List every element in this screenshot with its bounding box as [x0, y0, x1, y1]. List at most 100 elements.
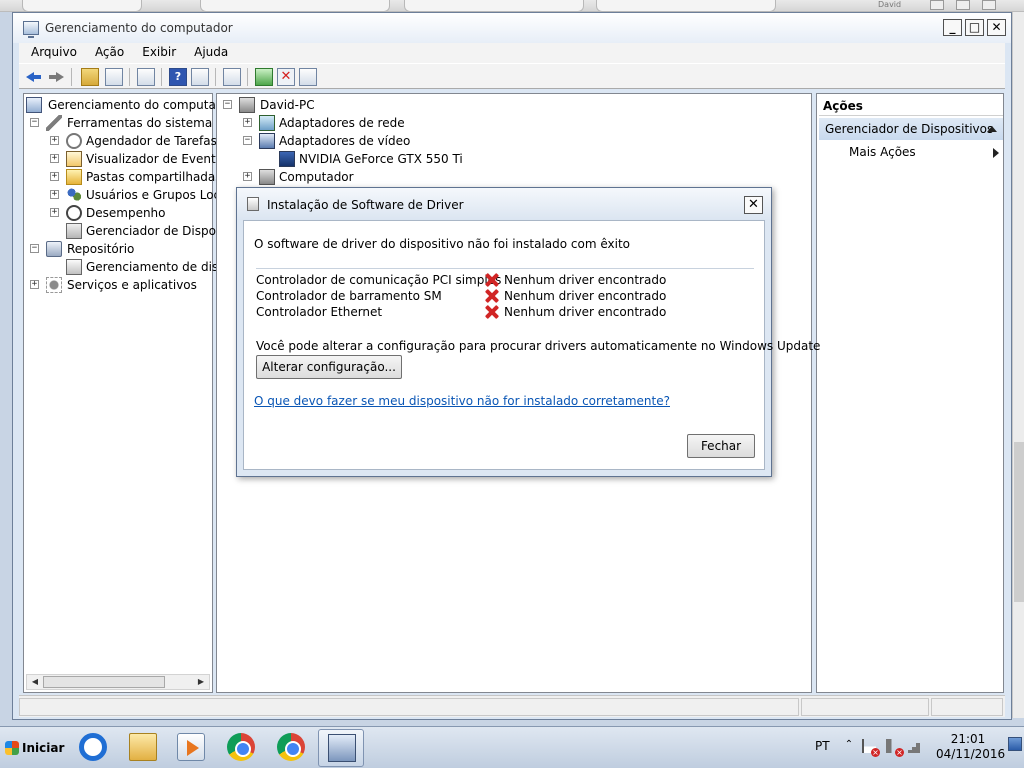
taskbar: Iniciar PT ⌃ 21:01 04/11/2016: [0, 726, 1024, 768]
system-clock[interactable]: 21:01 04/11/2016: [936, 732, 1005, 762]
back-arrow-icon[interactable]: [25, 68, 43, 86]
task-scheduler-icon: [66, 133, 82, 149]
dialog-app-icon: [247, 197, 259, 211]
display-adapter-icon: [259, 133, 275, 149]
toolbar: ? ✕: [19, 63, 1005, 89]
console-tree-pane[interactable]: Gerenciamento do computador − Ferramenta…: [23, 93, 236, 693]
taskbar-media-player[interactable]: [168, 729, 214, 767]
language-indicator[interactable]: PT: [815, 739, 830, 753]
error-x-icon: [484, 304, 500, 320]
menu-ajuda[interactable]: Ajuda: [188, 43, 234, 61]
expand-icon[interactable]: +: [50, 154, 59, 163]
help-icon[interactable]: ?: [169, 68, 187, 86]
device-status: Nenhum driver encontrado: [504, 272, 666, 288]
collapse-icon[interactable]: −: [30, 244, 39, 253]
shared-folders-icon: [66, 169, 82, 185]
disable-device-icon[interactable]: ✕: [277, 68, 295, 86]
close-dialog-button[interactable]: Fechar: [687, 434, 755, 458]
window-titlebar[interactable]: Gerenciamento do computador _ □ ✕: [13, 13, 1011, 43]
expand-icon[interactable]: +: [50, 172, 59, 181]
dialog-titlebar[interactable]: Instalação de Software de Driver ✕: [237, 188, 771, 220]
menu-bar: Arquivo Ação Exibir Ajuda: [19, 43, 1005, 63]
expand-icon[interactable]: +: [243, 172, 252, 181]
error-x-icon: [484, 288, 500, 304]
minimize-button[interactable]: _: [943, 19, 962, 36]
show-hide-action-pane-icon[interactable]: [191, 68, 209, 86]
taskbar-chrome[interactable]: [218, 729, 264, 767]
dialog-close-button[interactable]: ✕: [744, 196, 763, 214]
forward-arrow-icon[interactable]: [47, 68, 65, 86]
event-viewer-icon: [66, 151, 82, 167]
device-status-text: Nenhum driver encontrado: [504, 289, 667, 303]
collapse-caret-icon[interactable]: [987, 126, 997, 132]
menu-exibir[interactable]: Exibir: [136, 43, 182, 61]
properties-icon[interactable]: [137, 68, 155, 86]
uninstall-device-icon[interactable]: [299, 68, 317, 86]
up-folder-icon[interactable]: [81, 68, 99, 86]
actions-section-device-manager[interactable]: Gerenciador de Dispositivos: [819, 118, 1003, 140]
background-scrollbar-thumb: [1014, 442, 1024, 602]
show-desktop-button[interactable]: [1008, 737, 1022, 751]
show-hidden-icons-icon[interactable]: ⌃: [842, 739, 856, 753]
toolbar-separator: [247, 68, 248, 86]
scan-hardware-icon[interactable]: [223, 68, 241, 86]
show-hide-tree-icon[interactable]: [105, 68, 123, 86]
start-button[interactable]: Iniciar: [2, 733, 64, 763]
menu-acao[interactable]: Ação: [89, 43, 130, 61]
menu-arquivo[interactable]: Arquivo: [25, 43, 83, 61]
tree-item-label: Pastas compartilhadas: [86, 170, 222, 184]
expand-icon[interactable]: +: [30, 280, 39, 289]
background-user-label: David: [878, 0, 902, 9]
expand-icon[interactable]: +: [243, 118, 252, 127]
device-name: Controlador Ethernet: [256, 305, 383, 319]
expand-icon[interactable]: +: [50, 190, 59, 199]
dialog-message: O software de driver do dispositivo não …: [254, 237, 630, 251]
window-title: Gerenciamento do computador: [45, 21, 233, 35]
background-maximize: [956, 0, 970, 10]
taskbar-internet-explorer[interactable]: [70, 729, 116, 767]
clock-time: 21:01: [950, 732, 986, 746]
scroll-right-icon[interactable]: ▶: [193, 675, 209, 689]
windows-update-note: Você pode alterar a configuração para pr…: [256, 339, 821, 353]
tree-item-label: Adaptadores de rede: [279, 116, 405, 130]
tree-item-label: Desempenho: [86, 206, 166, 220]
storage-icon: [46, 241, 62, 257]
help-link[interactable]: O que devo fazer se meu dispositivo não …: [254, 394, 670, 408]
toolbar-separator: [129, 68, 130, 86]
device-name: Controlador de barramento SM: [256, 289, 442, 303]
local-users-icon: [66, 187, 82, 203]
close-button[interactable]: ✕: [987, 19, 1006, 36]
computer-management-icon: [328, 734, 356, 762]
scroll-left-icon[interactable]: ◀: [27, 675, 43, 689]
collapse-icon[interactable]: −: [223, 100, 232, 109]
more-actions-item[interactable]: Mais Ações: [845, 142, 999, 162]
background-tab: [596, 0, 776, 12]
background-close: [982, 0, 996, 10]
taskbar-windows-explorer[interactable]: [120, 729, 166, 767]
driver-installation-dialog: Instalação de Software de Driver ✕ O sof…: [236, 187, 820, 477]
expand-icon[interactable]: +: [50, 208, 59, 217]
network-icon[interactable]: [908, 739, 922, 753]
maximize-button[interactable]: □: [965, 19, 984, 36]
collapse-icon[interactable]: −: [243, 136, 252, 145]
disk-management-icon: [66, 259, 82, 275]
update-driver-icon[interactable]: [255, 68, 273, 86]
services-icon: [46, 277, 62, 293]
device-name: Controlador de comunicação PCI simples: [256, 273, 502, 287]
dialog-divider: [256, 268, 754, 269]
volume-muted-icon[interactable]: [886, 739, 904, 757]
background-browser-strip: David: [0, 0, 1024, 12]
change-settings-button[interactable]: Alterar configuração...: [256, 355, 402, 379]
error-x-icon: [484, 272, 500, 288]
tree-item-label: Gerenciamento de disco: [86, 260, 233, 274]
tree-item-label: Gerenciador de Disposit: [86, 224, 231, 238]
scrollbar-thumb[interactable]: [43, 676, 165, 688]
expand-icon[interactable]: +: [50, 136, 59, 145]
toolbar-separator: [161, 68, 162, 86]
chrome-icon: [277, 733, 305, 761]
collapse-icon[interactable]: −: [30, 118, 39, 127]
horizontal-scrollbar[interactable]: ◀ ▶: [26, 674, 210, 690]
taskbar-computer-management[interactable]: [318, 729, 364, 767]
action-center-icon[interactable]: [862, 739, 880, 757]
taskbar-chrome-2[interactable]: [268, 729, 314, 767]
